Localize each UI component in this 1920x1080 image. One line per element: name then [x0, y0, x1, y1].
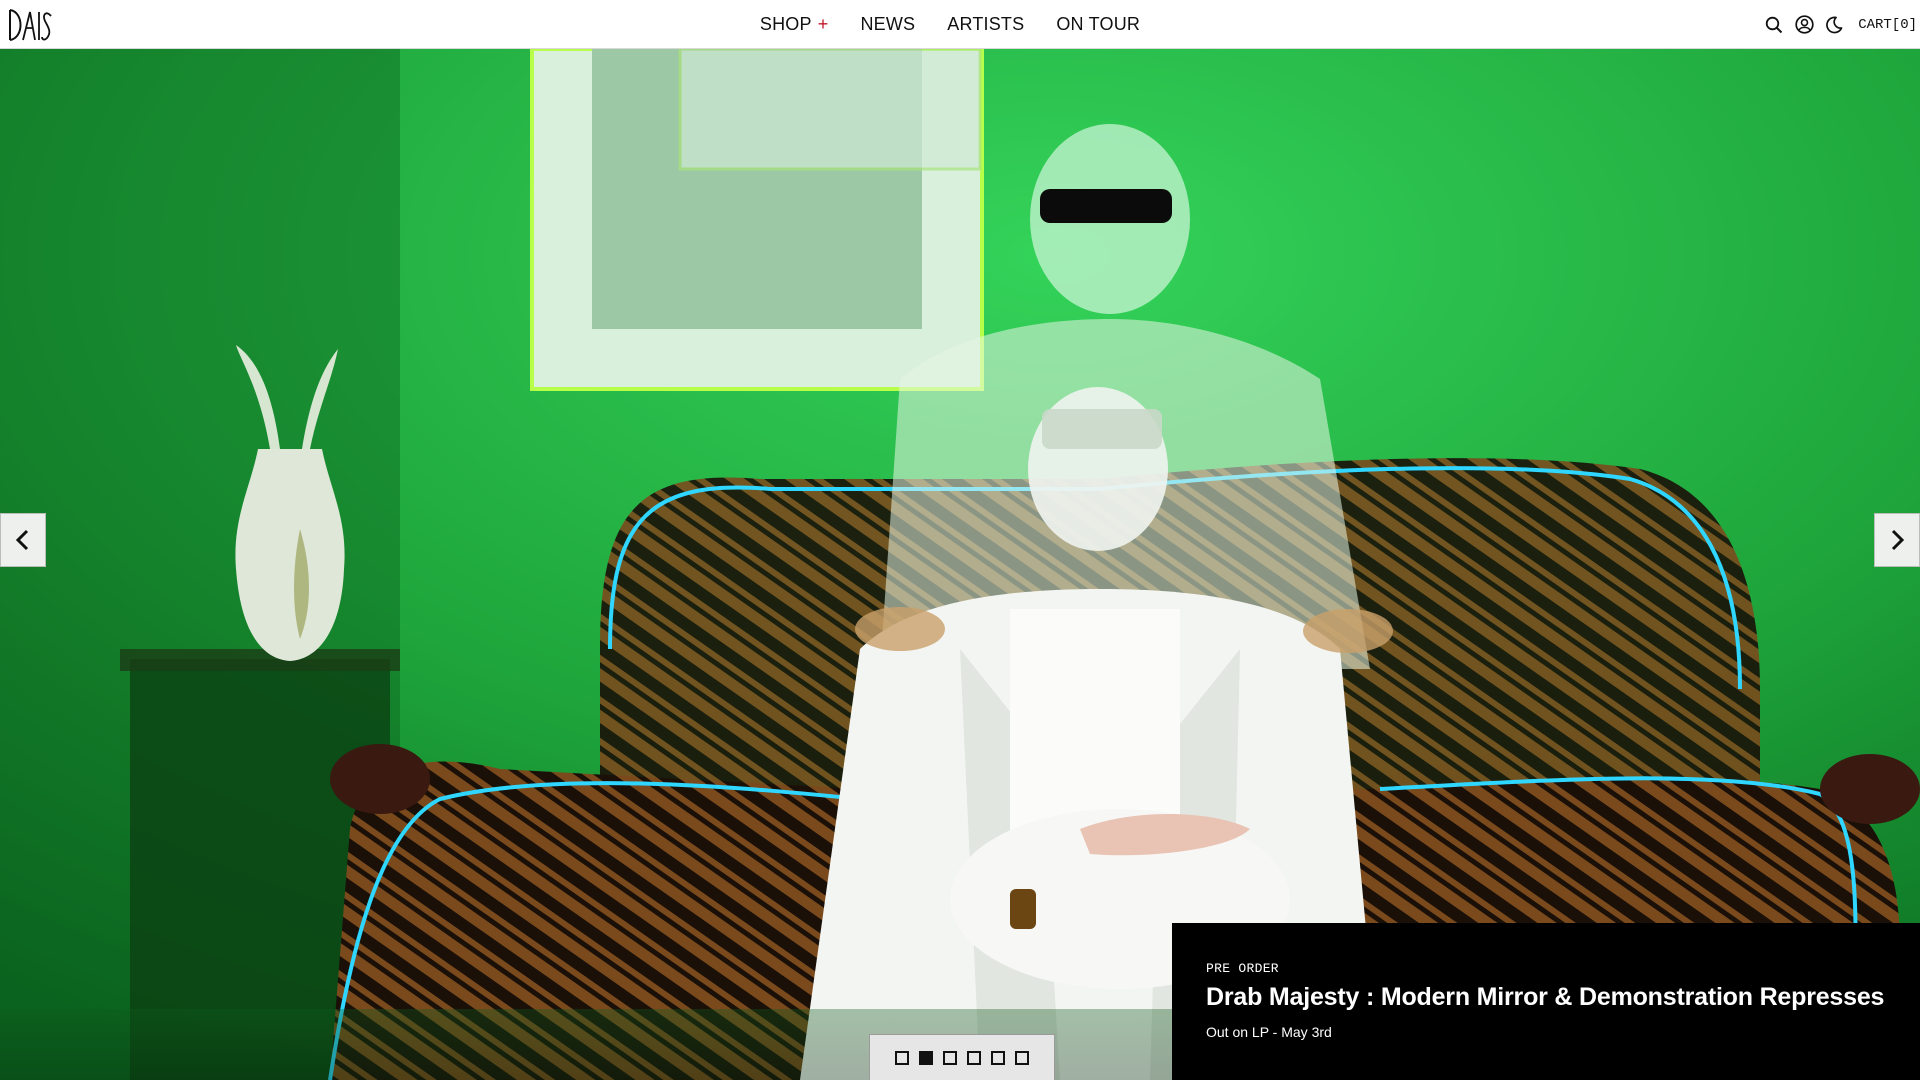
chevron-left-icon — [15, 529, 29, 551]
chevron-right-icon — [1891, 529, 1905, 551]
slide-kicker: PRE ORDER — [1206, 961, 1279, 976]
main-nav: SHOP + NEWS ARTISTS ON TOUR — [0, 0, 1920, 49]
next-slide-button[interactable] — [1874, 513, 1920, 567]
header-utilities: CART[0] — [1764, 0, 1917, 49]
slide-dot-1[interactable] — [895, 1050, 909, 1065]
nav-news[interactable]: NEWS — [860, 14, 915, 35]
cart-link[interactable]: CART[0] — [1858, 17, 1917, 33]
slide-pagination — [869, 1034, 1055, 1080]
nav-shop-label: SHOP — [759, 14, 812, 34]
slide-dot-3[interactable] — [943, 1050, 957, 1065]
nav-shop[interactable]: SHOP + — [760, 14, 829, 35]
account-icon[interactable] — [1794, 15, 1814, 35]
nav-artists-label: ARTISTS — [947, 14, 1025, 34]
dark-mode-icon[interactable] — [1824, 15, 1844, 35]
site-header: SHOP + NEWS ARTISTS ON TOUR CART[0] — [0, 0, 1920, 49]
slide-subtitle: Out on LP - May 3rd — [1206, 1024, 1332, 1040]
slide-dot-5[interactable] — [991, 1050, 1005, 1065]
nav-on-tour[interactable]: ON TOUR — [1056, 14, 1140, 35]
slide-dot-6[interactable] — [1015, 1050, 1029, 1065]
slide-title[interactable]: Drab Majesty : Modern Mirror & Demonstra… — [1206, 983, 1920, 1012]
nav-on-tour-label: ON TOUR — [1056, 14, 1141, 34]
hero-slider: PRE ORDER Drab Majesty : Modern Mirror &… — [0, 49, 1920, 1080]
slide-dot-4[interactable] — [967, 1050, 981, 1065]
nav-news-label: NEWS — [860, 14, 916, 34]
slide-caption[interactable]: PRE ORDER Drab Majesty : Modern Mirror &… — [1172, 923, 1920, 1080]
plus-icon: + — [817, 14, 829, 34]
slide-dot-2[interactable] — [919, 1050, 933, 1065]
nav-artists[interactable]: ARTISTS — [947, 14, 1024, 35]
dais-logo[interactable] — [6, 6, 54, 44]
prev-slide-button[interactable] — [0, 513, 46, 567]
search-icon[interactable] — [1764, 15, 1784, 35]
